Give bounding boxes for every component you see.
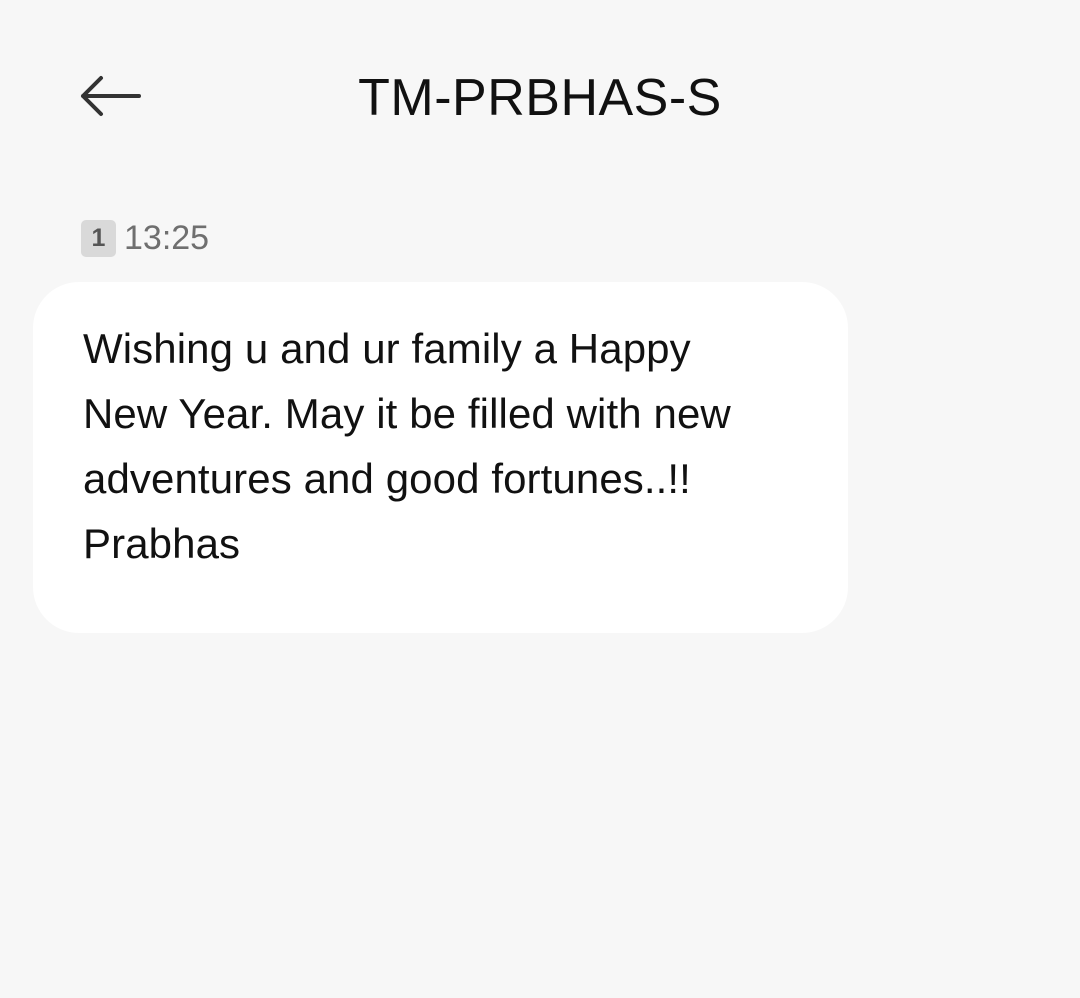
message-bubble[interactable]: Wishing u and ur family a Happy New Year… <box>33 282 848 633</box>
message-meta: 1 13:25 <box>81 218 209 258</box>
message-text: Wishing u and ur family a Happy New Year… <box>83 325 731 567</box>
conversation-header: TM-PRBHAS-S <box>0 0 1080 190</box>
conversation-title: TM-PRBHAS-S <box>358 69 722 127</box>
sim-badge: 1 <box>81 219 116 257</box>
message-timestamp: 13:25 <box>124 219 210 257</box>
